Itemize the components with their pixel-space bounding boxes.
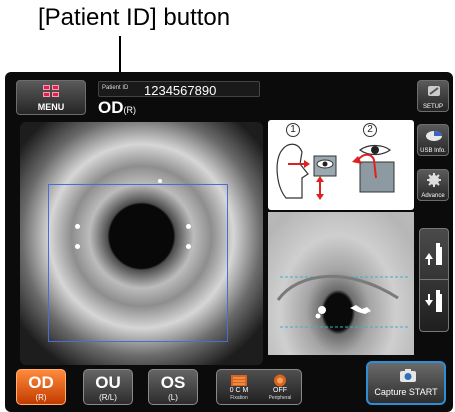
fixation-label: Fixation [230,395,248,401]
fixation-target-icon [231,375,247,386]
ou-both-eyes-button[interactable]: OU (R/L) [83,369,133,405]
alignment-buttons [419,228,449,332]
alignment-guide-illustration [276,143,395,200]
fixation-peripheral-panel: 0 C M Fixation OFF Peripheral [216,369,302,405]
advance-label: Advance [421,193,445,199]
setup-button[interactable]: SETUP [417,80,449,112]
os-left-eye-button[interactable]: OS (L) [148,369,198,405]
scan-area-rectangle[interactable] [48,184,228,342]
peripheral-label: Peripheral [268,395,292,401]
menu-label: MENU [37,102,65,112]
od-label: OD [28,373,54,392]
alignment-guide-panel: 1 2 [268,120,414,210]
advance-button[interactable]: Advance [417,169,449,201]
fixation-button[interactable]: 0 C M Fixation [219,372,259,403]
setup-label: SETUP [422,104,443,110]
capture-start-label: Capture START [374,387,438,397]
move-up-button[interactable] [420,229,448,280]
reflection-dot [186,224,191,229]
peripheral-value: OFF [273,387,287,394]
od-right-eye-button[interactable]: OD (R) [16,369,66,405]
od-sub-label: (R) [35,393,47,402]
capture-start-button[interactable]: Capture START [366,361,446,405]
move-down-button[interactable] [420,280,448,331]
reflection-dot [75,244,80,249]
os-sub-label: (L) [168,393,178,402]
patient-id-tag: Patient ID [102,85,129,91]
reflection-dot [75,224,80,229]
usb-drive-icon [426,131,442,141]
posterior-eye-view[interactable] [20,122,263,365]
fixation-value: 0 C M [229,387,249,394]
down-arrow-icon [425,290,442,312]
up-arrow-icon [425,243,442,265]
ou-sub-label: (R/L) [99,393,117,402]
menu-grid-icon [43,85,61,99]
eye-side-sub: (R) [123,105,137,115]
patient-id-value: 1234567890 [144,83,217,98]
os-label: OS [160,373,186,392]
usb-info-label: USB Info. [420,148,446,154]
patient-id-button[interactable]: Patient ID 1234567890 [98,81,260,98]
ou-label: OU [95,373,121,392]
eye-side-indicator: OD(R) [98,98,136,118]
callout-label: [Patient ID] button [38,4,231,31]
gear-icon [427,173,441,187]
usb-info-button[interactable]: USB Info. [417,124,449,156]
menu-button[interactable]: MENU [16,80,86,115]
anterior-eye-overlay [276,274,408,328]
eye-side-label: OD [98,98,124,117]
camera-icon [400,369,416,382]
device-screen: MENU Patient ID 1234567890 OD(R) SETUP U… [5,72,453,412]
wrench-icon [428,86,440,96]
reflection-dot [186,244,191,249]
reflection-dot [158,179,162,183]
peripheral-button[interactable]: OFF Peripheral [260,372,300,403]
anterior-eye-view[interactable] [268,212,414,355]
peripheral-target-icon [274,374,286,387]
